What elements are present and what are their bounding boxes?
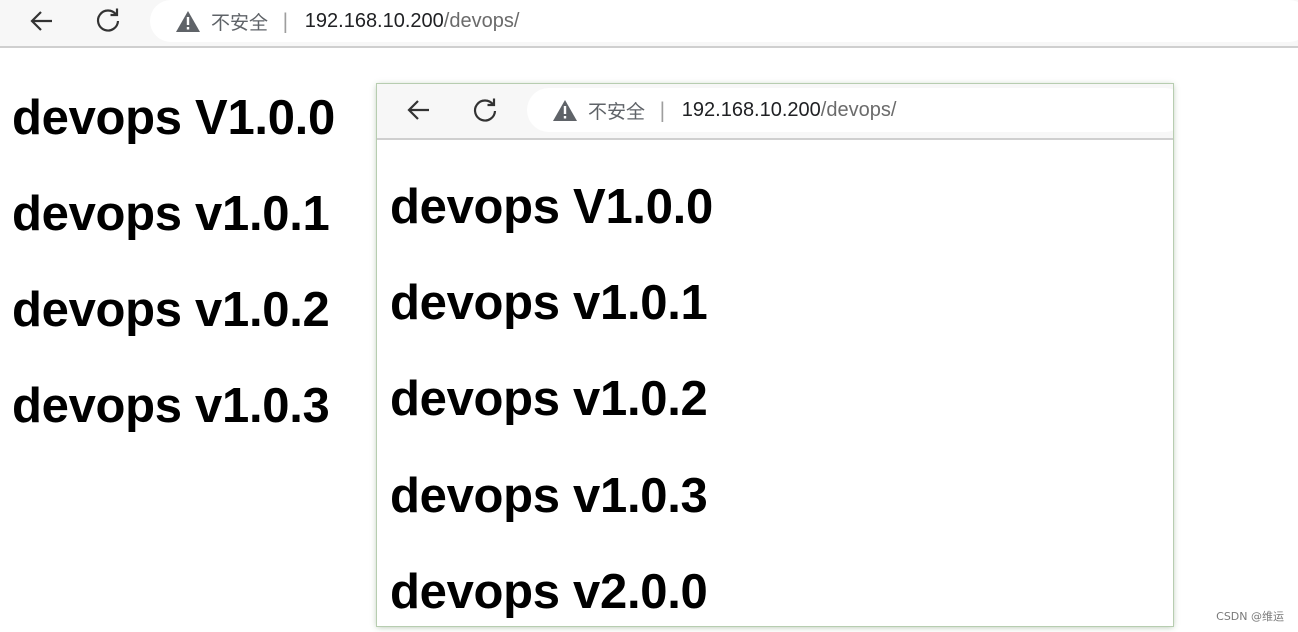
back-button[interactable] [24, 3, 60, 39]
url-separator: | [282, 9, 289, 33]
page-heading: devops v1.0.3 [12, 379, 330, 433]
watermark: CSDN @维运 [1216, 610, 1284, 623]
back-arrow-icon [30, 11, 52, 31]
reload-icon [96, 8, 120, 32]
reload-icon [473, 98, 497, 122]
security-label[interactable]: 不安全 [211, 8, 268, 35]
page-heading: devops V1.0.0 [12, 91, 335, 145]
browser-toolbar: 不安全 | 192.168.10.200 /devops/ [0, 0, 1298, 48]
inset-page-heading: devops V1.0.0 [390, 180, 713, 234]
inset-security-label[interactable]: 不安全 [588, 97, 645, 124]
back-arrow-icon [407, 100, 429, 120]
page-heading: devops v1.0.2 [12, 283, 330, 337]
inset-page-heading: devops v1.0.1 [390, 276, 708, 330]
inset-page-heading: devops v2.0.0 [390, 565, 708, 619]
inset-page-heading: devops v1.0.3 [390, 469, 708, 523]
inset-browser-toolbar: 不安全 | 192.168.10.200 /devops/ [377, 84, 1173, 140]
inset-url-separator: | [659, 98, 666, 122]
inset-address-bar[interactable]: 不安全 | 192.168.10.200 /devops/ [527, 88, 1173, 132]
reload-button[interactable] [90, 2, 126, 38]
inset-back-button[interactable] [401, 92, 437, 128]
inset-url-host[interactable]: 192.168.10.200 [682, 99, 821, 122]
address-bar[interactable]: 不安全 | 192.168.10.200 /devops/ [150, 0, 1298, 42]
url-path[interactable]: /devops/ [444, 10, 520, 33]
inset-page-heading: devops v1.0.2 [390, 372, 708, 426]
page-heading: devops v1.0.1 [12, 187, 330, 241]
inset-url-path[interactable]: /devops/ [821, 99, 897, 122]
inset-reload-button[interactable] [467, 92, 503, 128]
inset-screenshot: 不安全 | 192.168.10.200 /devops/ devops V1.… [377, 84, 1173, 626]
warning-icon [176, 10, 200, 32]
url-host[interactable]: 192.168.10.200 [305, 10, 444, 33]
warning-icon [553, 99, 577, 121]
